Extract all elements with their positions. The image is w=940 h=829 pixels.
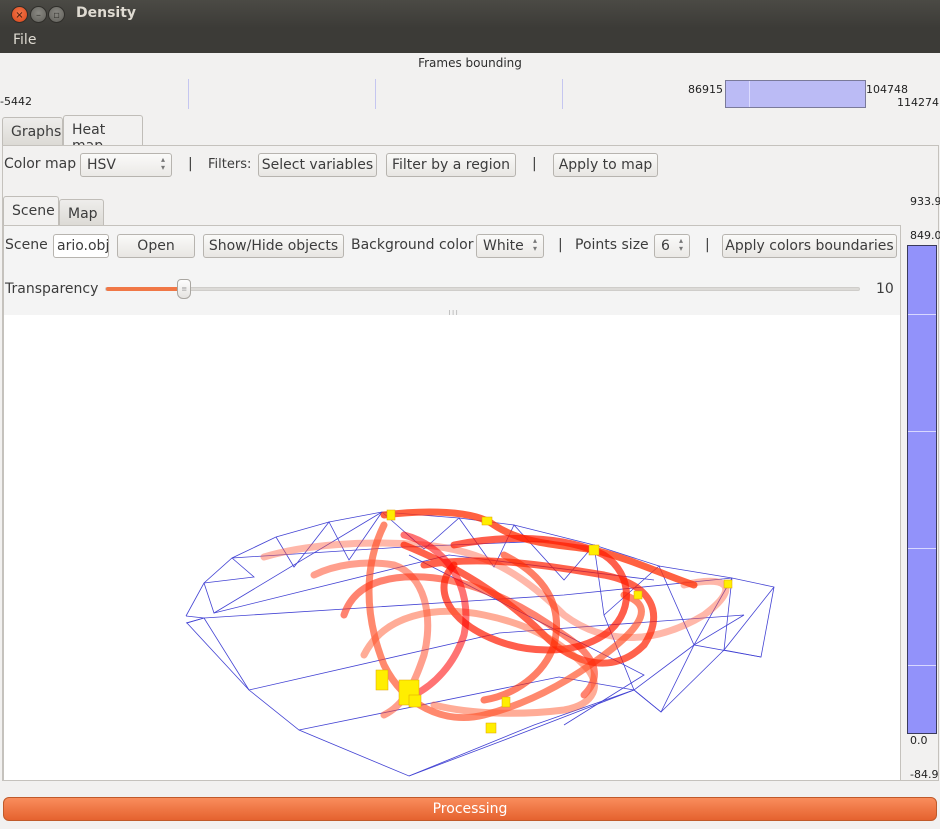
processing-progress-bar: Processing bbox=[3, 797, 937, 821]
mesh-edge bbox=[203, 557, 255, 584]
frame-tick bbox=[375, 79, 376, 109]
hotspot bbox=[485, 722, 497, 734]
points-size-label: Points size bbox=[575, 237, 649, 253]
spin-arrows-icon: ▴ ▾ bbox=[160, 155, 165, 172]
mesh-edge bbox=[186, 617, 250, 691]
title-bar: × – ▫ Density bbox=[0, 0, 940, 28]
window-title: Density bbox=[76, 5, 137, 21]
minimize-icon[interactable]: – bbox=[30, 6, 47, 23]
apply-colors-boundaries-button[interactable]: Apply colors boundaries bbox=[722, 234, 897, 258]
frame-marker bbox=[749, 81, 750, 107]
separator: | bbox=[705, 237, 710, 253]
mesh-edge bbox=[275, 511, 383, 568]
hotspot bbox=[481, 516, 493, 526]
frame-tick bbox=[188, 79, 189, 109]
maximize-icon[interactable]: ▫ bbox=[48, 6, 65, 23]
transparency-slider-fill bbox=[106, 287, 186, 291]
background-color-label: Background color bbox=[351, 237, 474, 253]
select-variables-button[interactable]: Select variables bbox=[258, 153, 377, 177]
spin-arrows-icon: ▴ ▾ bbox=[678, 236, 683, 253]
hotspot bbox=[375, 669, 389, 691]
app-window: × – ▫ Density File Frames bounding -5442… bbox=[0, 0, 940, 829]
tab-map[interactable]: Map bbox=[59, 199, 104, 226]
frames-selection-end: 104748 bbox=[866, 83, 908, 96]
frames-min-label: -5442 bbox=[0, 95, 32, 108]
color-map-label: Color map bbox=[4, 156, 77, 172]
3d-scene-view[interactable] bbox=[4, 315, 900, 780]
legend-label-zero: 0.0 bbox=[910, 734, 928, 747]
background-color-select[interactable]: White ▴ ▾ bbox=[476, 234, 544, 258]
hotspot bbox=[588, 544, 600, 556]
scene-file-input[interactable]: ario.obj bbox=[53, 234, 109, 258]
legend-divider bbox=[908, 431, 936, 432]
filter-by-region-button[interactable]: Filter by a region bbox=[386, 153, 516, 177]
transparency-value: 10 bbox=[876, 281, 894, 297]
filters-label: Filters: bbox=[208, 157, 252, 172]
frames-bounding-title: Frames bounding bbox=[418, 56, 522, 70]
tab-graphs[interactable]: Graphs bbox=[2, 117, 63, 145]
legend-label-upper: 849.0 bbox=[910, 229, 940, 242]
apply-to-map-button[interactable]: Apply to map bbox=[553, 153, 658, 177]
separator: | bbox=[558, 237, 563, 253]
frames-selection-range[interactable] bbox=[725, 80, 866, 108]
transparency-slider-handle[interactable]: ≡ bbox=[177, 279, 192, 299]
frame-tick bbox=[562, 79, 563, 109]
transparency-label: Transparency bbox=[5, 281, 99, 297]
show-hide-objects-button[interactable]: Show/Hide objects bbox=[203, 234, 344, 258]
hotspot bbox=[408, 694, 422, 708]
frames-bounding-widget[interactable]: Frames bounding -5442 86915 104748 11427… bbox=[0, 53, 940, 115]
tab-scene[interactable]: Scene bbox=[3, 196, 59, 226]
background-color-value: White bbox=[483, 238, 524, 254]
hotspot bbox=[386, 509, 396, 521]
frames-selection-start: 86915 bbox=[688, 83, 723, 96]
separator: | bbox=[532, 156, 537, 172]
menu-bar: File bbox=[0, 28, 940, 53]
color-map-select[interactable]: HSV ▴ ▾ bbox=[80, 153, 172, 177]
scene-canvas bbox=[185, 508, 775, 777]
hotspot bbox=[501, 696, 511, 708]
spin-arrows-icon: ▴ ▾ bbox=[532, 236, 537, 253]
legend-divider bbox=[908, 665, 936, 666]
points-size-spinbox[interactable]: 6 ▴ ▾ bbox=[654, 234, 690, 258]
legend-divider bbox=[908, 548, 936, 549]
separator: | bbox=[188, 156, 193, 172]
legend-label-min: -84.9 bbox=[910, 768, 939, 781]
open-button[interactable]: Open bbox=[117, 234, 195, 258]
close-icon[interactable]: × bbox=[11, 6, 28, 23]
legend-divider bbox=[908, 314, 936, 315]
menu-file[interactable]: File bbox=[13, 32, 36, 48]
mesh-edge bbox=[185, 615, 205, 624]
transparency-slider[interactable] bbox=[105, 287, 860, 291]
mesh-edge bbox=[248, 614, 745, 691]
scene-label: Scene bbox=[5, 237, 48, 253]
hotspot bbox=[723, 579, 733, 589]
legend-color-bar bbox=[907, 245, 937, 734]
tab-heat-map[interactable]: Heat map bbox=[63, 115, 143, 154]
frames-max-label: 114274 bbox=[897, 96, 939, 109]
hotspot bbox=[633, 590, 643, 600]
points-size-value: 6 bbox=[661, 238, 670, 254]
legend-label-max: 933.9 bbox=[910, 195, 940, 208]
color-map-value: HSV bbox=[87, 157, 116, 173]
